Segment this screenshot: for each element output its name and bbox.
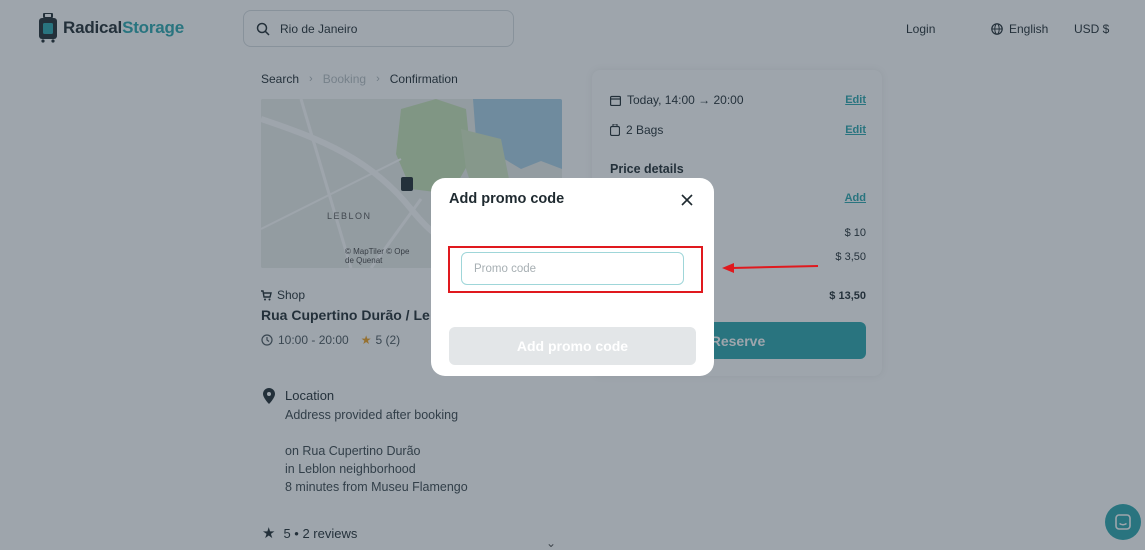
modal-title: Add promo code <box>449 191 565 207</box>
add-promo-code-button[interactable]: Add promo code <box>449 327 696 365</box>
close-icon[interactable] <box>679 192 695 208</box>
annotation-highlight-box <box>448 246 703 293</box>
annotation-arrow-icon <box>722 263 819 273</box>
